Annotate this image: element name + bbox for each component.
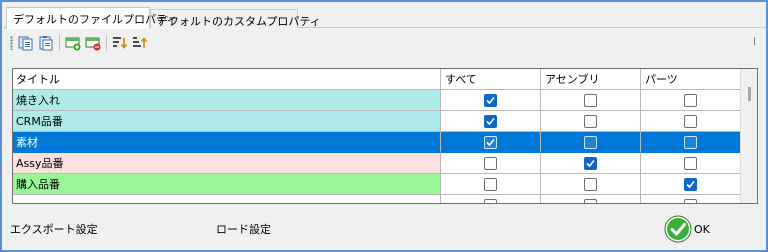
column-header-part[interactable]: パーツ [641, 69, 741, 90]
part-checkbox[interactable] [684, 93, 697, 107]
all-checkbox-cell [441, 132, 541, 153]
all-checkbox-cell [441, 90, 541, 111]
row-title-cell[interactable]: Assy品番 [13, 153, 441, 174]
sort-up-icon[interactable] [131, 34, 149, 52]
table-row[interactable]: 購入品番 [13, 174, 741, 195]
all-checkbox[interactable] [484, 135, 497, 149]
row-title-cell[interactable]: 焼き入れ [13, 90, 441, 111]
assembly-checkbox[interactable] [584, 198, 597, 203]
sort-down-icon[interactable] [111, 34, 129, 52]
assembly-checkbox-cell [541, 153, 641, 174]
column-header-all[interactable]: すべて [441, 69, 541, 90]
all-checkbox[interactable] [484, 93, 497, 107]
part-checkbox-cell [641, 195, 741, 203]
ok-label: OK [694, 222, 710, 236]
assembly-checkbox[interactable] [584, 177, 597, 191]
table-row[interactable]: Assy品番 [13, 153, 741, 174]
toolbar-separator [106, 35, 107, 51]
column-header-assembly[interactable]: アセンブリ [541, 69, 641, 90]
tab-default-file-properties[interactable]: デフォルトのファイルプロパティ [6, 7, 177, 29]
toolbar-separator [59, 35, 60, 51]
part-checkbox-cell [641, 174, 741, 195]
all-checkbox[interactable] [484, 156, 497, 170]
part-checkbox-cell [641, 132, 741, 153]
toolbar-overflow-icon[interactable] [752, 36, 758, 46]
properties-panel: タイトル すべて アセンブリ パーツ 焼き入れ CRM品番 素材 Assy品番 購入品番… [4, 28, 766, 250]
all-checkbox[interactable] [484, 198, 497, 203]
part-checkbox-cell [641, 111, 741, 132]
part-checkbox[interactable] [684, 177, 697, 191]
properties-grid: タイトル すべて アセンブリ パーツ 焼き入れ CRM品番 素材 Assy品番 購入品番 [12, 68, 758, 204]
dialog-frame: デフォルトのファイルプロパティ デフォルトのカスタムプロパティ タイトル すべて… [0, 0, 768, 252]
scrollbar-thumb[interactable] [748, 87, 751, 101]
assembly-checkbox-cell [541, 174, 641, 195]
vertical-scrollbar[interactable] [740, 69, 757, 203]
table-row[interactable]: CRM品番 [13, 111, 741, 132]
part-checkbox-cell [641, 153, 741, 174]
delete-row-icon[interactable] [84, 34, 102, 52]
row-title-cell[interactable]: CRM品番 [13, 111, 441, 132]
copy-props-icon[interactable] [17, 34, 35, 52]
all-checkbox[interactable] [484, 177, 497, 191]
part-checkbox[interactable] [684, 198, 697, 203]
assembly-checkbox[interactable] [584, 93, 597, 107]
all-checkbox-cell [441, 174, 541, 195]
checkmark-icon [664, 215, 692, 243]
ok-button[interactable]: OK [660, 214, 724, 244]
row-title-cell[interactable]: 素材 [13, 132, 441, 153]
table-row[interactable] [13, 195, 741, 203]
add-row-icon[interactable] [64, 34, 82, 52]
part-checkbox[interactable] [684, 135, 697, 149]
assembly-checkbox-cell [541, 132, 641, 153]
row-title-cell[interactable]: 購入品番 [13, 174, 441, 195]
toolbar [10, 33, 210, 53]
grid-header-row: タイトル すべて アセンブリ パーツ [13, 69, 741, 90]
column-header-title[interactable]: タイトル [13, 69, 441, 90]
table-row[interactable]: 素材 [13, 132, 741, 153]
all-checkbox-cell [441, 153, 541, 174]
part-checkbox[interactable] [684, 156, 697, 170]
assembly-checkbox-cell [541, 90, 641, 111]
all-checkbox-cell [441, 111, 541, 132]
all-checkbox[interactable] [484, 114, 497, 128]
paste-props-icon[interactable] [37, 34, 55, 52]
part-checkbox[interactable] [684, 114, 697, 128]
assembly-checkbox[interactable] [584, 135, 597, 149]
assembly-checkbox-cell [541, 195, 641, 203]
export-settings-button[interactable]: エクスポート設定 [6, 218, 126, 240]
assembly-checkbox[interactable] [584, 114, 597, 128]
assembly-checkbox-cell [541, 111, 641, 132]
row-title-cell[interactable] [13, 195, 441, 203]
tab-bar: デフォルトのファイルプロパティ デフォルトのカスタムプロパティ [4, 4, 766, 29]
toolbar-grip[interactable] [10, 36, 13, 50]
assembly-checkbox[interactable] [584, 156, 597, 170]
all-checkbox-cell [441, 195, 541, 203]
table-row[interactable]: 焼き入れ [13, 90, 741, 111]
part-checkbox-cell [641, 90, 741, 111]
load-settings-button[interactable]: ロード設定 [212, 218, 292, 240]
